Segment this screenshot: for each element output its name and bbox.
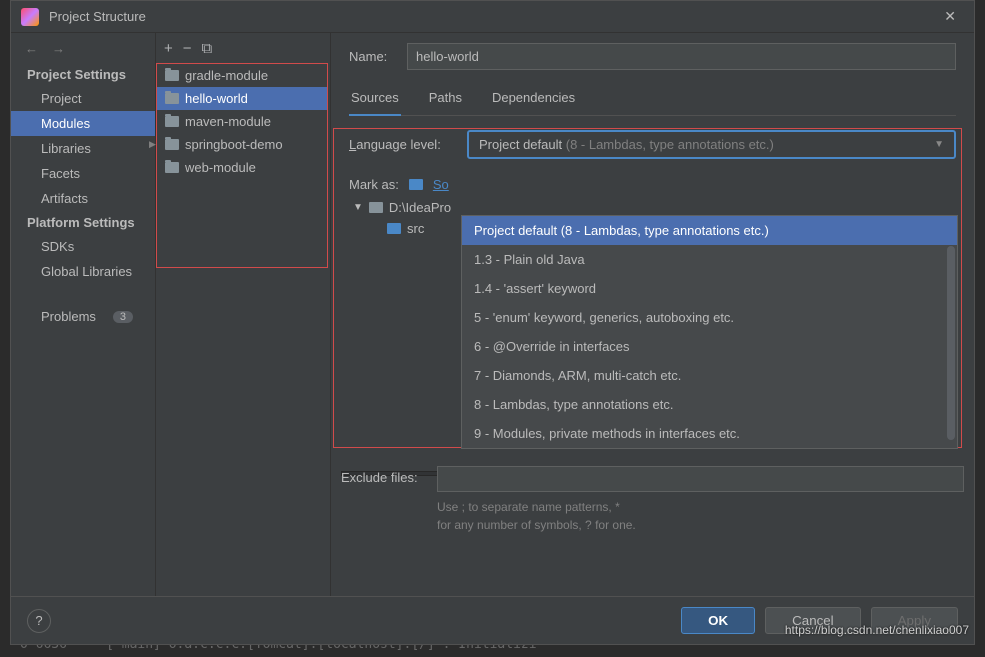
folder-icon [369,202,383,213]
exclude-files-input[interactable] [437,466,964,492]
module-list: gradle-module hello-world maven-module ▶… [156,63,328,268]
tab-paths[interactable]: Paths [427,84,464,115]
module-item-web[interactable]: web-module [157,156,327,179]
option-project-default[interactable]: Project default (8 - Lambdas, type annot… [462,216,957,245]
sidebar-item-libraries[interactable]: Libraries [11,136,155,161]
exclude-files-label: Exclude files: [341,466,427,534]
dialog-content: ← → Project Settings Project Modules Lib… [11,33,974,596]
folder-icon [165,116,179,127]
content-root-row[interactable]: ▼ D:\IdeaPro [349,200,956,215]
module-name-input[interactable] [407,43,956,70]
tab-sources[interactable]: Sources [349,84,401,115]
sources-mark-icon[interactable] [409,179,423,190]
sidebar-item-facets[interactable]: Facets [11,161,155,186]
exclude-files-row: Exclude files: Use ; to separate name pa… [341,466,964,534]
language-level-row: Language level: Project default (8 - Lam… [349,130,956,159]
nav-arrows: ← → [11,33,155,63]
remove-module-icon[interactable]: − [183,40,192,57]
dropdown-scrollbar[interactable] [947,246,955,440]
section-project-settings: Project Settings [11,63,155,86]
folder-icon [165,162,179,173]
chevron-down-icon: ▼ [934,139,944,150]
copy-module-icon[interactable]: ⧉ [202,40,213,57]
module-list-panel: + − ⧉ gradle-module hello-world maven-mo… [156,33,331,596]
module-item-gradle[interactable]: gradle-module [157,64,327,87]
language-level-label: Language level: [349,137,457,152]
module-item-maven[interactable]: maven-module [157,110,327,133]
title-bar: Project Structure ✕ [11,1,974,33]
option-9[interactable]: 9 - Modules, private methods in interfac… [462,419,957,448]
help-button[interactable]: ? [27,609,51,633]
sidebar-item-sdks[interactable]: SDKs [11,234,155,259]
mark-sources-label[interactable]: So [433,177,449,192]
dialog-title: Project Structure [49,9,936,24]
folder-icon [165,70,179,81]
folder-icon [165,93,179,104]
option-1-4[interactable]: 1.4 - 'assert' keyword [462,274,957,303]
option-1-3[interactable]: 1.3 - Plain old Java [462,245,957,274]
option-8[interactable]: 8 - Lambdas, type annotations etc. [462,390,957,419]
sidebar-item-problems[interactable]: Problems 3 [11,304,155,329]
back-arrow-icon[interactable]: ← [25,41,38,56]
sidebar-item-artifacts[interactable]: Artifacts [11,186,155,211]
module-toolbar: + − ⧉ [156,33,330,63]
mark-as-row: Mark as: So [349,177,956,192]
source-folder-icon [387,223,401,234]
module-item-hello-world[interactable]: hello-world [157,87,327,110]
sidebar-item-modules[interactable]: Modules [11,111,155,136]
problems-badge: 3 [113,311,133,323]
left-sidebar: ← → Project Settings Project Modules Lib… [11,33,156,596]
project-structure-dialog: Project Structure ✕ ← → Project Settings… [10,0,975,645]
option-6[interactable]: 6 - @Override in interfaces [462,332,957,361]
expand-arrow-icon[interactable]: ▶ [149,139,156,150]
name-label: Name: [349,49,397,64]
folder-icon [165,139,179,150]
detail-tabs: Sources Paths Dependencies [349,84,956,116]
option-5[interactable]: 5 - 'enum' keyword, generics, autoboxing… [462,303,957,332]
mark-as-label: Mark as: [349,177,399,192]
watermark: https://blog.csdn.net/chenlixiao007 [785,623,969,637]
section-platform-settings: Platform Settings [11,211,155,234]
sidebar-item-project[interactable]: Project [11,86,155,111]
sidebar-item-global-libraries[interactable]: Global Libraries [11,259,155,284]
exclude-hint: Use ; to separate name patterns, * for a… [437,498,964,534]
option-7[interactable]: 7 - Diamonds, ARM, multi-catch etc. [462,361,957,390]
module-item-springboot[interactable]: ▶springboot-demo [157,133,327,156]
detail-panel: Name: Sources Paths Dependencies Languag… [331,33,974,596]
tree-expand-icon[interactable]: ▼ [353,202,363,213]
close-icon[interactable]: ✕ [936,4,964,29]
language-level-dropdown[interactable]: Project default (8 - Lambdas, type annot… [467,130,956,159]
forward-arrow-icon[interactable]: → [52,41,65,56]
tab-dependencies[interactable]: Dependencies [490,84,577,115]
name-row: Name: [349,43,956,70]
app-icon [21,8,39,26]
ok-button[interactable]: OK [681,607,755,634]
add-module-icon[interactable]: + [164,40,173,57]
language-level-options: Project default (8 - Lambdas, type annot… [461,215,958,449]
